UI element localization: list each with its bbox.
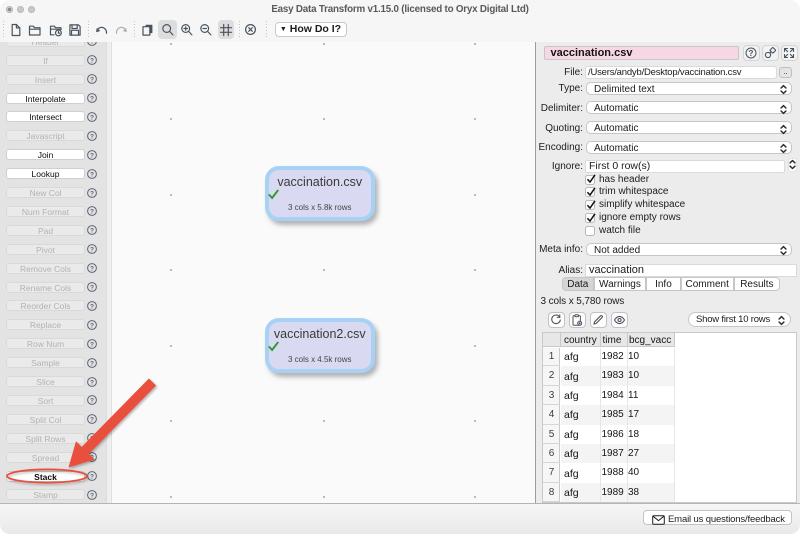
svg-text:?: ?: [90, 114, 94, 121]
svg-text:?: ?: [90, 42, 94, 46]
svg-text:?: ?: [90, 190, 94, 197]
svg-text:?: ?: [90, 341, 94, 348]
svg-text:?: ?: [90, 209, 94, 216]
svg-text:?: ?: [90, 228, 94, 235]
svg-text:?: ?: [90, 152, 94, 159]
svg-text:?: ?: [90, 171, 94, 178]
svg-text:?: ?: [90, 95, 94, 102]
svg-text:?: ?: [90, 284, 94, 291]
svg-text:?: ?: [90, 303, 94, 310]
svg-text:?: ?: [90, 265, 94, 272]
svg-text:?: ?: [90, 246, 94, 253]
svg-text:?: ?: [90, 133, 94, 140]
svg-text:?: ?: [90, 322, 94, 329]
svg-text:?: ?: [749, 48, 754, 57]
svg-text:?: ?: [90, 76, 94, 83]
svg-text:?: ?: [90, 57, 94, 64]
